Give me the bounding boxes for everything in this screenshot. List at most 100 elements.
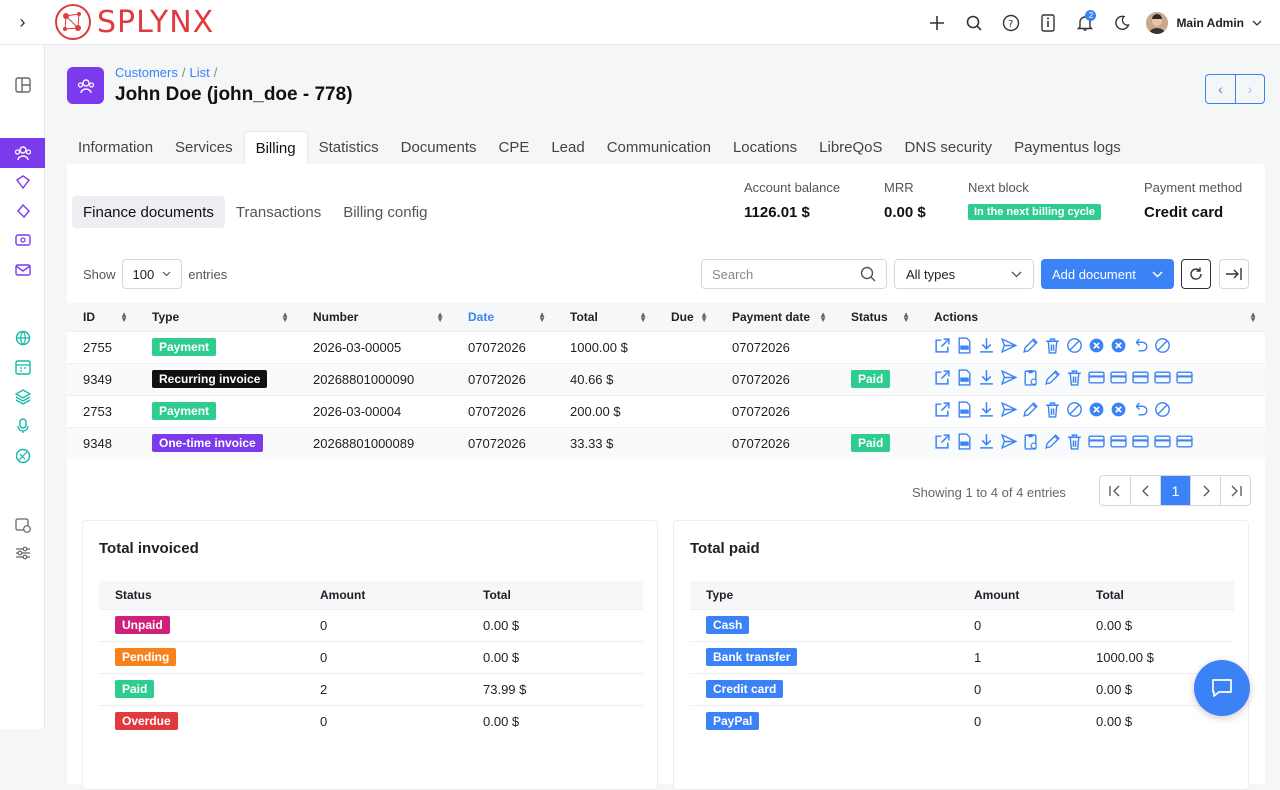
subtab-finance-documents[interactable]: Finance documents — [72, 196, 225, 228]
remove-icon[interactable] — [1110, 337, 1127, 357]
open-icon[interactable] — [934, 369, 951, 389]
column-payment-date[interactable]: Payment date ▲ ▼ — [716, 303, 835, 331]
type-filter-select[interactable]: All types — [894, 259, 1034, 289]
subtab-transactions[interactable]: Transactions — [225, 196, 332, 228]
sidebar-toggle-button[interactable]: › — [0, 0, 45, 45]
pay-card-icon[interactable] — [1088, 433, 1105, 453]
tab-billing[interactable]: Billing — [243, 131, 308, 164]
entries-select[interactable]: 100 — [121, 259, 183, 289]
clipboard-icon[interactable] — [1022, 369, 1039, 389]
add-icon[interactable] — [918, 0, 955, 45]
pay-card-icon[interactable] — [1132, 369, 1149, 389]
breadcrumb-customers[interactable]: Customers — [115, 65, 178, 80]
splynx-logo[interactable]: SPLYNX — [53, 2, 214, 42]
tab-information[interactable]: Information — [67, 131, 164, 164]
messages-icon[interactable] — [0, 255, 45, 285]
network-icon[interactable] — [0, 323, 45, 353]
subtab-billing-config[interactable]: Billing config — [332, 196, 438, 228]
send-icon[interactable] — [1000, 337, 1018, 357]
pay-card-icon[interactable] — [1110, 433, 1127, 453]
search-input[interactable]: Search — [701, 259, 887, 289]
pay-card-icon[interactable] — [1110, 369, 1127, 389]
cancel-icon[interactable] — [1088, 337, 1105, 357]
delete-icon[interactable] — [1044, 401, 1061, 421]
info-icon[interactable] — [1029, 0, 1066, 45]
pay-card-icon[interactable] — [1088, 369, 1105, 389]
scheduling-icon[interactable] — [0, 352, 45, 382]
column-number[interactable]: Number ▲ ▼ — [297, 303, 452, 331]
last-page-button[interactable] — [1220, 476, 1250, 505]
export-button[interactable] — [1219, 259, 1249, 289]
open-icon[interactable] — [934, 401, 951, 421]
table-row[interactable]: 9349 Recurring invoice 20268801000090 07072… — [67, 362, 1265, 395]
cancel-icon[interactable] — [1088, 401, 1105, 421]
column-due[interactable]: Due ▲ ▼ — [655, 303, 716, 331]
notifications-icon[interactable]: 2 — [1066, 0, 1103, 45]
undo-icon[interactable] — [1132, 401, 1149, 421]
pay-card-icon[interactable] — [1154, 433, 1171, 453]
pdf-icon[interactable] — [956, 401, 973, 421]
download-icon[interactable] — [978, 401, 995, 421]
tab-cpe[interactable]: CPE — [488, 131, 541, 164]
column-total[interactable]: Total ▲ ▼ — [554, 303, 655, 331]
tab-statistics[interactable]: Statistics — [308, 131, 390, 164]
next-record-button[interactable]: › — [1235, 75, 1264, 103]
search-icon[interactable] — [955, 0, 992, 45]
tab-locations[interactable]: Locations — [722, 131, 808, 164]
send-icon[interactable] — [1000, 433, 1018, 453]
send-icon[interactable] — [1000, 401, 1018, 421]
column-date[interactable]: Date ▲ ▼ — [452, 303, 554, 331]
clipboard-icon[interactable] — [1022, 433, 1039, 453]
dark-mode-icon[interactable] — [1103, 0, 1140, 45]
tab-dns-security[interactable]: DNS security — [894, 131, 1004, 164]
tab-documents[interactable]: Documents — [390, 131, 488, 164]
user-menu[interactable]: Main Admin — [1146, 11, 1262, 34]
payments-icon[interactable] — [0, 225, 45, 255]
download-icon[interactable] — [978, 433, 995, 453]
add-document-button[interactable]: Add document — [1041, 259, 1174, 289]
tab-services[interactable]: Services — [164, 131, 244, 164]
table-row[interactable]: 9348 One-time invoice 20268801000089 070720… — [67, 426, 1265, 459]
pay-card-icon[interactable] — [1176, 433, 1193, 453]
column-actions[interactable]: Actions ▲ ▼ — [918, 303, 1265, 331]
delete-icon[interactable] — [1066, 369, 1083, 389]
undo-icon[interactable] — [1132, 337, 1149, 357]
administration-icon[interactable] — [0, 510, 45, 540]
tab-communication[interactable]: Communication — [596, 131, 722, 164]
next-page-button[interactable] — [1190, 476, 1220, 505]
tab-paymentus-logs[interactable]: Paymentus logs — [1003, 131, 1132, 164]
voice-icon[interactable] — [0, 411, 45, 441]
inventory-icon[interactable] — [0, 382, 45, 412]
block-icon[interactable] — [1066, 337, 1083, 357]
help-icon[interactable]: ? — [992, 0, 1029, 45]
pdf-icon[interactable] — [956, 369, 973, 389]
table-row[interactable]: 2755 Payment 2026-03-00005 07072026 1000.00 … — [67, 330, 1265, 363]
previous-page-button[interactable] — [1130, 476, 1160, 505]
pay-card-icon[interactable] — [1176, 369, 1193, 389]
leads-icon[interactable] — [0, 441, 45, 471]
column-type[interactable]: Type ▲ ▼ — [136, 303, 297, 331]
send-icon[interactable] — [1000, 369, 1018, 389]
first-page-button[interactable] — [1100, 476, 1130, 505]
column-id[interactable]: ID ▲ ▼ — [67, 303, 136, 331]
customers-icon[interactable] — [0, 138, 45, 168]
chat-button[interactable] — [1194, 660, 1250, 716]
previous-record-button[interactable]: ‹ — [1206, 75, 1235, 103]
config-icon[interactable] — [0, 538, 45, 568]
refresh-button[interactable] — [1181, 259, 1211, 289]
tab-lead[interactable]: Lead — [540, 131, 595, 164]
pay-card-icon[interactable] — [1154, 369, 1171, 389]
edit-icon[interactable] — [1044, 433, 1061, 453]
edit-icon[interactable] — [1044, 369, 1061, 389]
void-icon[interactable] — [1154, 337, 1171, 357]
open-icon[interactable] — [934, 337, 951, 357]
breadcrumb-list[interactable]: List — [189, 65, 209, 80]
dashboard-icon[interactable] — [0, 70, 45, 100]
page-number-button[interactable]: 1 — [1160, 476, 1190, 505]
pdf-icon[interactable] — [956, 433, 973, 453]
tab-libreqos[interactable]: LibreQoS — [808, 131, 893, 164]
block-icon[interactable] — [1066, 401, 1083, 421]
edit-icon[interactable] — [1022, 401, 1039, 421]
tickets-icon[interactable] — [0, 196, 45, 226]
delete-icon[interactable] — [1044, 337, 1061, 357]
